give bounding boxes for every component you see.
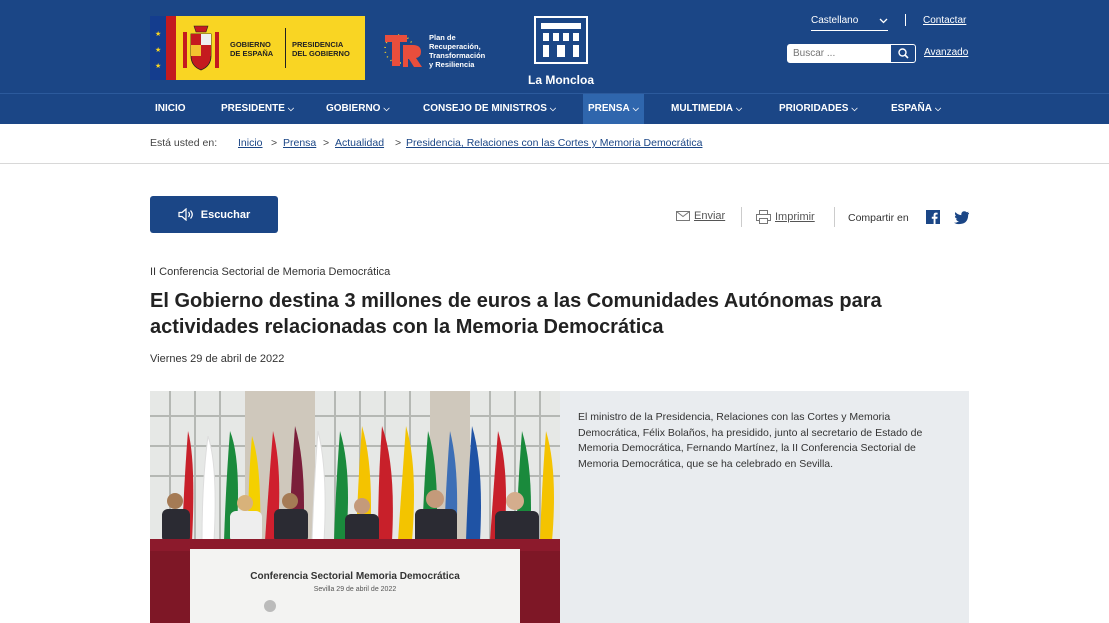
article-title: El Gobierno destina 3 millones de euros … <box>150 290 882 338</box>
nav-item-espana[interactable]: ESPAÑA ⌵ <box>886 94 946 124</box>
breadcrumb: Está usted en: Inicio > Prensa > Actuali… <box>0 124 1109 164</box>
article-summary-box: El ministro de la Presidencia, Relacione… <box>560 391 969 623</box>
photo-banner-title: Conferencia Sectorial Memoria Democrátic… <box>250 571 460 582</box>
share-label: Compartir en <box>848 212 909 224</box>
nav-label: CONSEJO DE MINISTROS <box>423 103 547 114</box>
twitter-icon[interactable] <box>952 211 969 225</box>
nav-label: PRESIDENTE <box>221 103 285 114</box>
chevron-down-icon <box>879 18 888 23</box>
breadcrumb-actualidad[interactable]: Actualidad <box>335 137 384 149</box>
search-form <box>787 44 916 63</box>
nav-label: INICIO <box>155 103 186 114</box>
nav-item-prensa[interactable]: PRENSA ⌵ <box>583 94 644 124</box>
divider <box>741 207 742 227</box>
article-kicker: II Conferencia Sectorial de Memoria Demo… <box>150 266 391 278</box>
article-photo[interactable]: Conferencia Sectorial Memoria Democrátic… <box>150 391 560 623</box>
prtr-line-3: Transformación <box>429 51 486 60</box>
gobierno-logo[interactable]: ★ ★ ★ GOBIERNO DE ESPAÑA PRESIDENCIA DEL G… <box>150 16 365 80</box>
contact-link[interactable]: Contactar <box>923 15 966 26</box>
nav-item-gobierno[interactable]: GOBIERNO ⌵ <box>321 94 395 124</box>
nav-item-inicio[interactable]: INICIO <box>150 94 191 124</box>
prtr-line-1: Plan de <box>429 33 456 42</box>
photo-banner-subtitle: Sevilla 29 de abril de 2022 <box>314 586 397 593</box>
breadcrumb-inicio[interactable]: Inicio <box>238 137 263 149</box>
chevron-down-icon: ⌵ <box>549 104 556 113</box>
chevron-down-icon: ⌵ <box>383 104 390 113</box>
presidencia-label: PRESIDENCIA <box>292 40 344 49</box>
site-header: ★ ★ ★ GOBIERNO DE ESPAÑA PRESIDENCIA DEL G… <box>0 0 1109 93</box>
gobierno-label: GOBIERNO <box>230 40 271 49</box>
send-link[interactable]: Enviar <box>694 210 725 222</box>
send-action[interactable]: Enviar <box>676 210 725 222</box>
breadcrumb-label: Está usted en: <box>150 137 218 149</box>
chevron-down-icon: ⌵ <box>851 104 858 113</box>
nav-item-presidente[interactable]: PRESIDENTE ⌵ <box>216 94 299 124</box>
prtr-line-2: Recuperación, <box>429 42 481 51</box>
chevron-down-icon: ⌵ <box>632 104 639 113</box>
print-link[interactable]: Imprimir <box>775 211 815 223</box>
moncloa-palace-icon <box>534 16 588 64</box>
nav-item-prioridades[interactable]: PRIORIDADES ⌵ <box>774 94 863 124</box>
article-date: Viernes 29 de abril de 2022 <box>150 353 285 365</box>
nav-item-consejo[interactable]: CONSEJO DE MINISTROS ⌵ <box>418 94 561 124</box>
search-icon <box>897 48 909 59</box>
search-input[interactable] <box>787 44 890 63</box>
chevron-down-icon: ⌵ <box>287 104 294 113</box>
search-button[interactable] <box>890 44 916 63</box>
nav-label: ESPAÑA <box>891 103 932 114</box>
chevron-down-icon: ⌵ <box>934 104 942 113</box>
del-gobierno-label: DEL GOBIERNO <box>292 49 350 58</box>
moncloa-label: La Moncloa <box>527 73 594 87</box>
prtr-icon <box>384 34 422 67</box>
breadcrumb-prensa[interactable]: Prensa <box>283 137 316 149</box>
facebook-icon[interactable] <box>926 210 940 224</box>
divider <box>905 14 906 26</box>
chevron-down-icon: ⌵ <box>736 104 743 113</box>
coat-of-arms-icon <box>176 16 226 80</box>
nav-item-multimedia[interactable]: MULTIMEDIA ⌵ <box>666 94 747 124</box>
prtr-logo[interactable]: Plan de Recuperación, Transformación y R… <box>377 27 507 71</box>
divider <box>834 207 835 227</box>
language-select[interactable]: Castellano <box>811 13 888 31</box>
envelope-icon <box>676 211 690 221</box>
breadcrumb-separator: > <box>395 137 402 149</box>
eu-flag-icon: ★ ★ ★ <box>150 16 166 80</box>
main-nav: INICIO PRESIDENTE ⌵ GOBIERNO ⌵ CONSEJO DE … <box>0 93 1109 124</box>
print-action[interactable]: Imprimir <box>756 210 815 224</box>
nav-label: GOBIERNO <box>326 103 381 114</box>
espana-label: DE ESPAÑA <box>230 49 274 58</box>
prtr-line-4: y Resiliencia <box>429 60 475 69</box>
listen-button[interactable]: Escuchar <box>150 196 278 233</box>
breadcrumb-separator: > <box>271 137 278 149</box>
breadcrumb-separator: > <box>323 137 330 149</box>
breadcrumb-presidencia[interactable]: Presidencia, Relaciones con las Cortes y… <box>406 137 702 149</box>
nav-label: PRENSA <box>588 103 630 114</box>
nav-label: PRIORIDADES <box>779 103 849 114</box>
nav-label: MULTIMEDIA <box>671 103 734 114</box>
article-summary: El ministro de la Presidencia, Relacione… <box>578 411 923 470</box>
listen-label: Escuchar <box>200 208 251 221</box>
moncloa-logo[interactable]: La Moncloa <box>518 15 604 87</box>
conference-photo: Conferencia Sectorial Memoria Democrátic… <box>150 391 560 623</box>
speaker-icon <box>178 208 193 221</box>
advanced-search-link[interactable]: Avanzado <box>924 47 968 58</box>
printer-icon <box>756 210 771 224</box>
language-value: Castellano <box>811 15 859 26</box>
